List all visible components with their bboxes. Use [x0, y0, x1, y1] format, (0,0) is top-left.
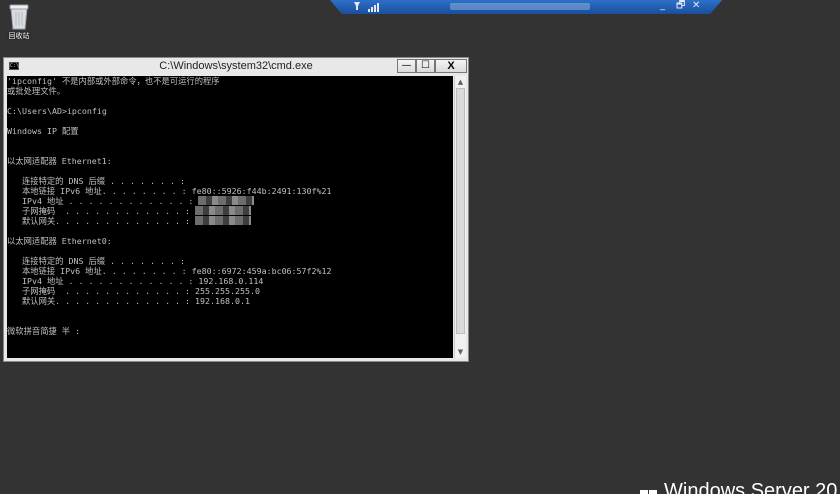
redacted-value: [198, 196, 255, 205]
recycle-bin-label: 回收站: [8, 32, 30, 40]
vertical-scrollbar[interactable]: ▲ ▼: [454, 76, 466, 358]
console-line: 连接特定的 DNS 后缀 . . . . . . . :: [7, 176, 185, 186]
console-line: 默认网关. . . . . . . . . . . . . : 192.168.…: [7, 296, 250, 306]
windows-server-watermark: Windows Server 20: [640, 478, 837, 494]
scroll-up-arrow-icon[interactable]: ▲: [455, 78, 466, 86]
close-button[interactable]: X: [435, 59, 467, 73]
console-line: 本地链接 IPv6 地址. . . . . . . . : fe80::5926…: [7, 186, 332, 196]
recycle-bin[interactable]: 回收站: [2, 2, 36, 41]
scroll-thumb[interactable]: [456, 88, 465, 334]
watermark-text: Windows Server 20: [664, 480, 838, 494]
console-line: 连接特定的 DNS 后缀 . . . . . . . :: [7, 256, 185, 266]
console-line: 本地链接 IPv6 地址. . . . . . . . : fe80::6972…: [7, 266, 332, 276]
recycle-bin-icon: [9, 4, 29, 30]
windows-logo-icon: [640, 484, 658, 494]
scroll-down-arrow-icon[interactable]: ▼: [455, 348, 466, 356]
signal-icon[interactable]: [368, 0, 380, 12]
redacted-value: [195, 206, 252, 215]
rdp-close-button[interactable]: ✕: [692, 0, 700, 12]
window-titlebar[interactable]: C:\ C:\Windows\system32\cmd.exe — ☐ X: [4, 58, 468, 75]
console-line: 默认网关. . . . . . . . . . . . . :: [7, 216, 453, 226]
pin-icon[interactable]: [352, 0, 362, 14]
console-line: C:\Users\AD>ipconfig: [7, 106, 107, 116]
console-line: IPv4 地址 . . . . . . . . . . . . : 192.16…: [7, 276, 264, 286]
console-line: 或批处理文件。: [7, 86, 66, 96]
rdp-connection-bar[interactable]: _ 🗗 ✕: [330, 0, 722, 14]
console-line: Windows IP 配置: [7, 126, 79, 136]
console-line: 微软拼音简捷 半 :: [7, 326, 81, 336]
console-line: IPv4 地址 . . . . . . . . . . . . :: [7, 196, 453, 206]
cmd-window[interactable]: C:\ C:\Windows\system32\cmd.exe — ☐ X 'i…: [3, 57, 469, 362]
console-line: 'ipconfig' 不是内部或外部命令，也不是可运行的程序: [7, 76, 220, 86]
rdp-connection-title: [450, 3, 590, 10]
rdp-minimize-button[interactable]: _: [660, 0, 665, 12]
maximize-button[interactable]: ☐: [416, 59, 435, 73]
console-line: 子网掩码 . . . . . . . . . . . . :: [7, 206, 453, 216]
rdp-restore-button[interactable]: 🗗: [676, 0, 685, 12]
console-line: 以太网适配器 Ethernet1:: [7, 156, 112, 166]
minimize-button[interactable]: —: [397, 59, 416, 73]
console-line: 以太网适配器 Ethernet0:: [7, 236, 112, 246]
redacted-value: [195, 216, 252, 225]
console-line: 子网掩码 . . . . . . . . . . . . : 255.255.2…: [7, 286, 260, 296]
console-output[interactable]: 'ipconfig' 不是内部或外部命令，也不是可运行的程序 或批处理文件。 C:\…: [7, 76, 453, 358]
